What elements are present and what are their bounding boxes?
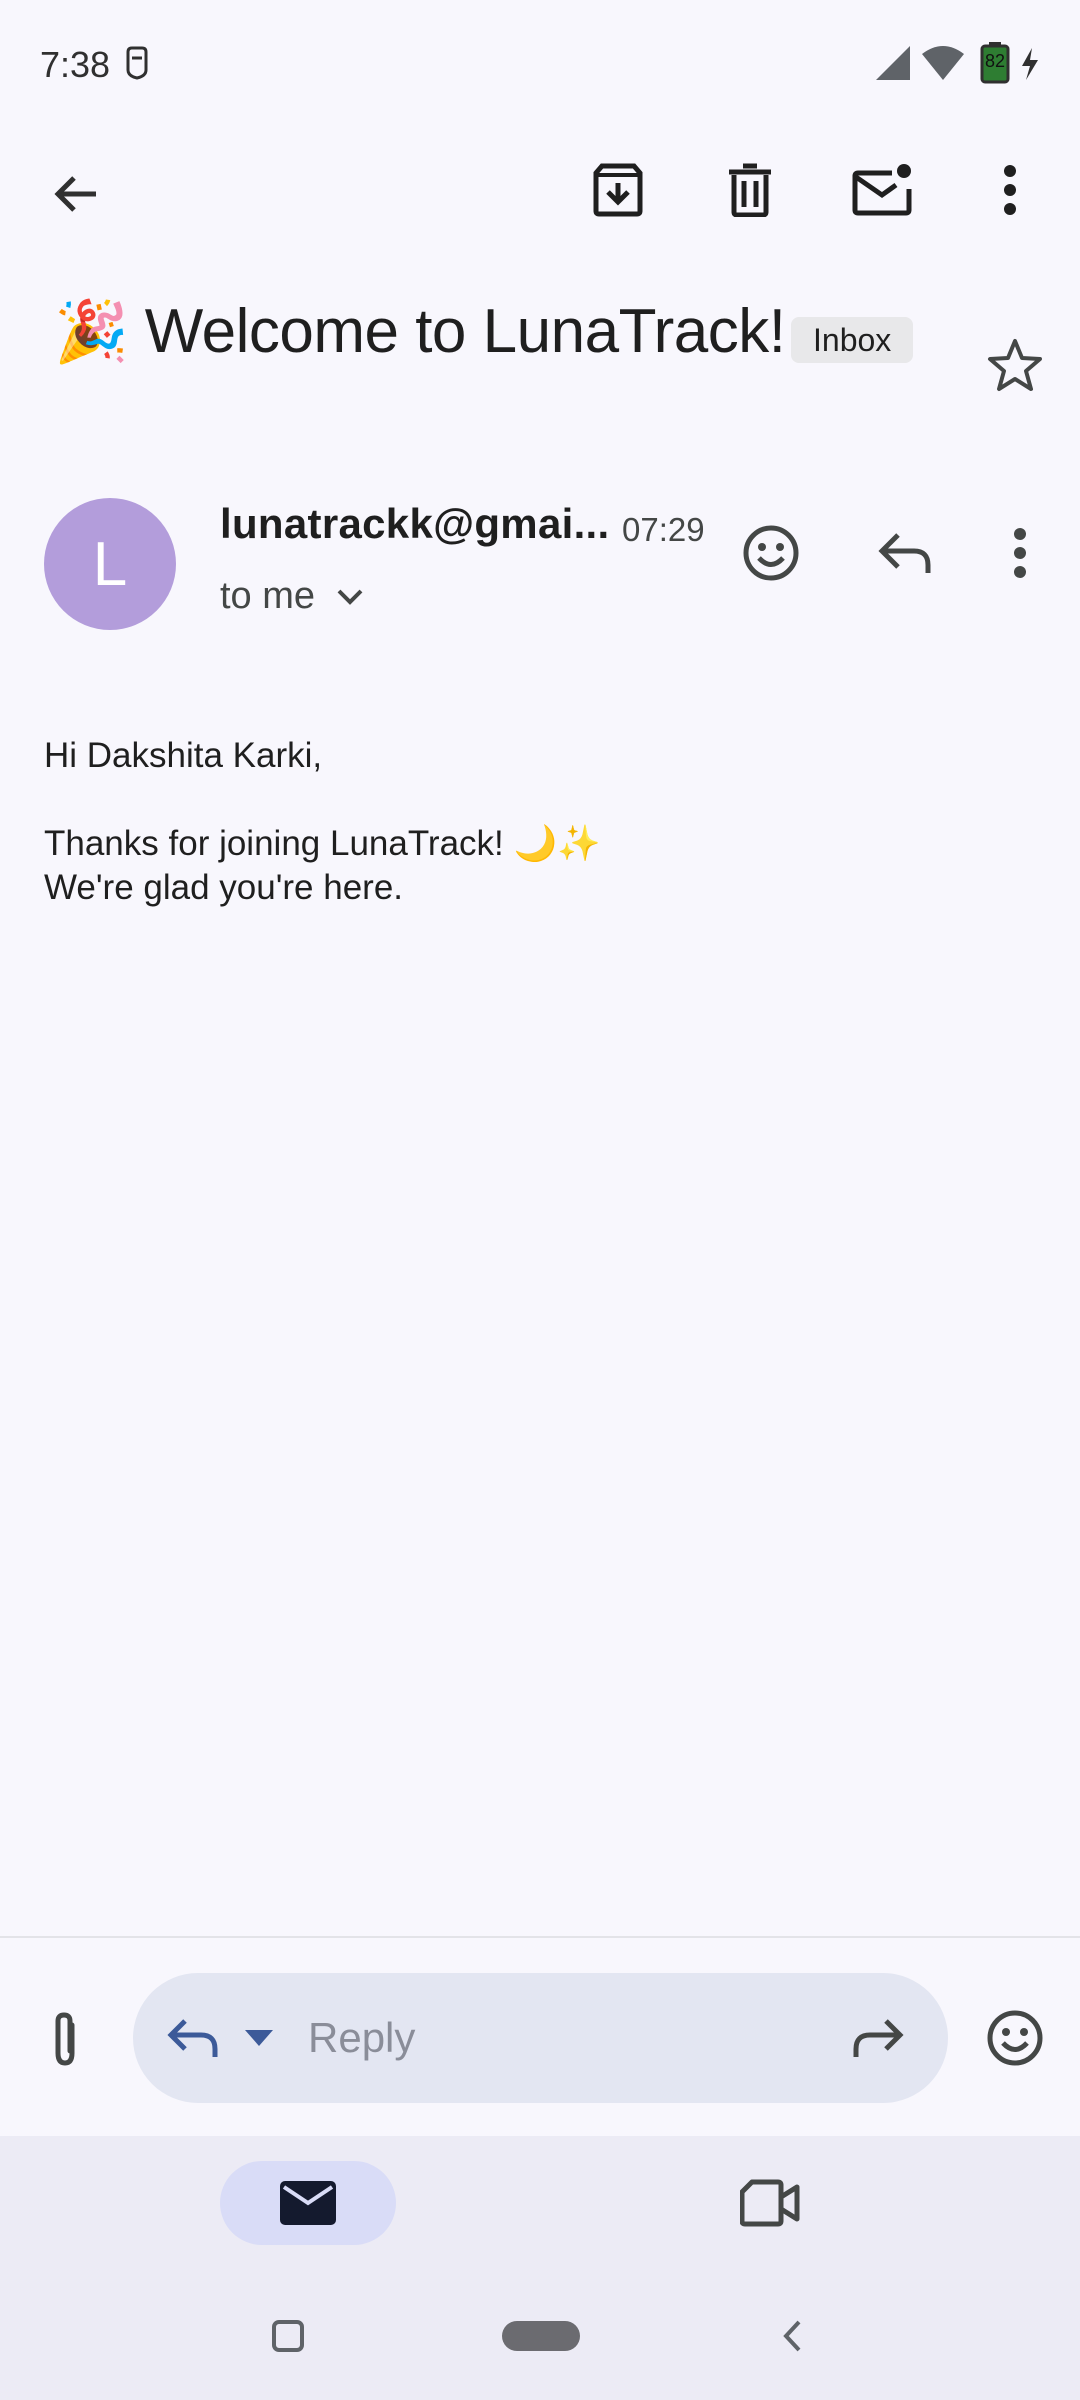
- sender-avatar[interactable]: L: [44, 498, 176, 630]
- mail-icon: [280, 2181, 336, 2225]
- trash-icon: [729, 163, 771, 217]
- react-emoji-button[interactable]: [726, 508, 816, 598]
- reply-compose-bar[interactable]: Reply: [133, 1973, 948, 2103]
- wifi-icon: [922, 44, 964, 82]
- more-vert-icon: [1014, 528, 1026, 578]
- reply-icon: [167, 2019, 218, 2057]
- system-back-button[interactable]: [762, 2306, 822, 2366]
- nav-tab-meet[interactable]: [720, 2161, 820, 2245]
- attach-button[interactable]: [20, 1995, 110, 2085]
- subject-row: 🎉 Welcome to LunaTrack!: [54, 296, 786, 367]
- archive-icon: [593, 163, 643, 217]
- email-time: 07:29: [622, 511, 705, 548]
- cell-signal-icon: [876, 46, 910, 80]
- home-button[interactable]: [502, 2321, 580, 2351]
- reply-button[interactable]: [860, 508, 950, 598]
- recents-button[interactable]: [258, 2306, 318, 2366]
- reply-icon: [878, 533, 931, 573]
- arrow-left-icon: [54, 176, 96, 212]
- reply-mode-button[interactable]: [163, 2008, 223, 2068]
- body-greeting: Hi Dakshita Karki,: [44, 736, 323, 775]
- mark-unread-button[interactable]: [836, 144, 928, 236]
- paperclip-icon: [55, 2012, 75, 2066]
- more-options-button[interactable]: [964, 144, 1056, 236]
- back-button[interactable]: [30, 148, 122, 240]
- notification-icon: [124, 46, 150, 80]
- star-button[interactable]: [970, 320, 1060, 410]
- reply-input[interactable]: Reply: [308, 1973, 415, 2103]
- bottom-navigation: [0, 2136, 1080, 2400]
- email-body: Hi Dakshita Karki, Thanks for joining Lu…: [44, 734, 601, 910]
- square-icon: [272, 2320, 304, 2352]
- sender-name[interactable]: lunatrackk@gmai...: [220, 500, 610, 548]
- recipients-toggle[interactable]: to me: [220, 575, 363, 618]
- battery-level: 82: [984, 51, 1006, 71]
- forward-icon: [853, 2019, 904, 2057]
- party-emoji: 🎉: [54, 297, 129, 365]
- chevron-down-icon: [337, 589, 363, 605]
- status-time: 7:38: [40, 44, 111, 85]
- emoji-icon: [743, 525, 799, 581]
- emoji-button[interactable]: [970, 1993, 1060, 2083]
- body-line-2: We're glad you're here.: [44, 868, 404, 907]
- mail-unread-icon: [852, 164, 912, 216]
- recipient-label: to me: [220, 575, 316, 617]
- forward-button[interactable]: [848, 2008, 908, 2068]
- chevron-left-icon: [783, 2320, 801, 2352]
- email-subject: Welcome to LunaTrack!: [144, 297, 786, 366]
- reply-bar-divider: [0, 1936, 1080, 1938]
- reply-mode-dropdown[interactable]: [245, 2030, 273, 2046]
- caret-down-icon: [245, 2030, 273, 2046]
- charging-icon: [1020, 48, 1040, 80]
- delete-button[interactable]: [704, 144, 796, 236]
- nav-tab-mail[interactable]: [220, 2161, 396, 2245]
- message-more-button[interactable]: [975, 508, 1065, 598]
- emoji-icon: [987, 2010, 1043, 2066]
- battery-icon: 82: [980, 42, 1010, 84]
- video-camera-icon: [740, 2179, 800, 2227]
- archive-button[interactable]: [572, 144, 664, 236]
- body-line-1: Thanks for joining LunaTrack! 🌙✨: [44, 824, 601, 863]
- more-vert-icon: [1004, 165, 1016, 215]
- inbox-label-chip[interactable]: Inbox: [791, 317, 914, 363]
- star-icon: [988, 339, 1042, 391]
